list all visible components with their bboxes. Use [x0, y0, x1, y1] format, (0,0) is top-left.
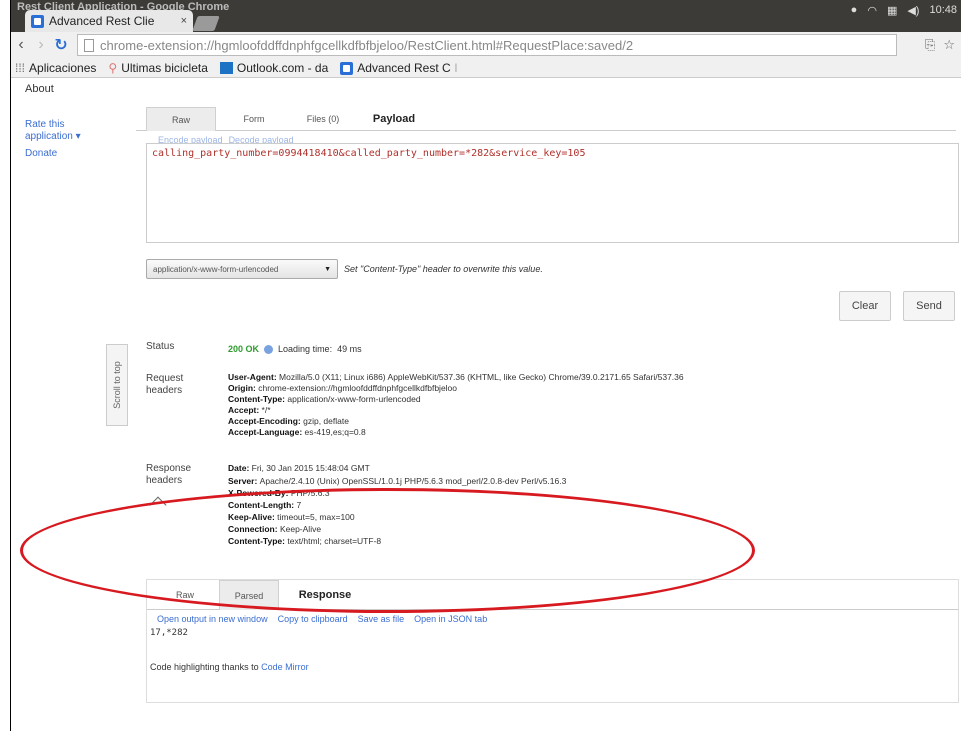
request-header-row: Content-Type: application/x-www-form-url… — [228, 394, 421, 404]
status-label: Status — [146, 341, 175, 352]
payload-editor[interactable]: calling_party_number=0994418410&called_p… — [146, 143, 959, 243]
tab-form[interactable]: Form — [224, 107, 284, 131]
dropdown-arrow-icon: ▼ — [324, 265, 331, 273]
rate-link-line2[interactable]: application ▾ — [25, 131, 81, 143]
response-header-row: Date: Fri, 30 Jan 2015 15:48:04 GMT — [228, 463, 370, 473]
loading-label: Loading time: — [278, 344, 333, 354]
volume-icon[interactable]: ◀) — [907, 4, 919, 17]
response-links: Open output in new window Copy to clipbo… — [157, 614, 487, 624]
tab-response-raw[interactable]: Raw — [155, 580, 215, 610]
response-panel: Raw Parsed Response Open output in new w… — [146, 579, 959, 703]
request-header-row: Accept: */* — [228, 405, 271, 415]
response-output: 17,*282 — [150, 628, 188, 638]
tab-response[interactable]: Response — [285, 580, 365, 610]
donate-link[interactable]: Donate — [25, 148, 57, 160]
wifi-icon[interactable]: ◠ — [867, 4, 877, 17]
send-button[interactable]: Send — [903, 291, 955, 321]
bookmarks-bar: ⁞⁞⁞ Aplicaciones ⚲ Ultimas bicicleta Out… — [11, 59, 961, 77]
response-header-row: X-Powered-By: PHP/5.6.3 — [228, 488, 330, 498]
bookmark-outlook[interactable]: Outlook.com - da — [219, 61, 328, 75]
response-header-row: Content-Type: text/html; charset=UTF-8 — [228, 536, 382, 546]
tab-title: Advanced Rest Clie — [49, 14, 155, 28]
status-code: 200 OK — [228, 344, 260, 354]
content-type-select[interactable]: application/x-www-form-urlencoded ▼ — [146, 259, 338, 279]
status-line: 200 OK Loading time: 49 ms — [228, 344, 362, 354]
open-json-tab-link[interactable]: Open in JSON tab — [414, 614, 487, 624]
toolbar-right-buttons: ⎘ ☆ — [925, 37, 955, 53]
request-headers-label-line2: headers — [146, 385, 183, 396]
bookmark-arc[interactable]: Advanced Rest Cl — [340, 61, 457, 75]
reload-icon[interactable]: ↻ — [51, 35, 71, 55]
bicycle-icon: ⚲ — [108, 61, 118, 75]
request-header-row: User-Agent: Mozilla/5.0 (X11; Linux i686… — [228, 372, 684, 382]
response-header-row: Content-Length: 7 — [228, 500, 302, 510]
response-header-row: Server: Apache/2.4.10 (Unix) OpenSSL/1.0… — [228, 476, 567, 486]
browser-tab[interactable]: Advanced Rest Clie × — [25, 10, 193, 32]
clock[interactable]: 10:48 — [929, 4, 957, 17]
back-arrow-icon[interactable]: ‹ — [11, 36, 31, 54]
bookmark-bicicletas[interactable]: ⚲ Ultimas bicicleta — [108, 61, 208, 75]
sidebar-about[interactable]: About — [25, 83, 54, 95]
response-tabs: Raw Parsed Response — [147, 580, 958, 610]
code-highlight-footer: Code highlighting thanks to Code Mirror — [150, 662, 309, 672]
nav-row: ‹ › ↻ chrome-extension://hgmloofddffdnph… — [11, 32, 961, 58]
bookmark-star-icon[interactable]: ☆ — [943, 37, 955, 53]
open-new-window-link[interactable]: Open output in new window — [157, 614, 268, 624]
app-page: About Rate this application ▾ Donate Scr… — [11, 79, 961, 731]
arc-bookmark-icon — [340, 61, 354, 75]
arc-favicon-icon — [31, 14, 44, 28]
browser-toolbar: ‹ › ↻ chrome-extension://hgmloofddffdnph… — [11, 32, 961, 78]
copy-clipboard-link[interactable]: Copy to clipboard — [278, 614, 348, 624]
close-tab-icon[interactable]: × — [181, 15, 187, 27]
url-text: chrome-extension://hgmloofddffdnphfgcell… — [100, 37, 634, 53]
request-header-row: Accept-Language: es-419,es;q=0.8 — [228, 427, 366, 437]
info-icon[interactable] — [264, 344, 274, 354]
response-header-row: Keep-Alive: timeout=5, max=100 — [228, 512, 355, 522]
browser-window: Rest Client Application - Google Chrome … — [10, 0, 961, 731]
translate-icon[interactable]: ⎘ — [925, 37, 935, 53]
address-bar[interactable]: chrome-extension://hgmloofddffdnphfgcell… — [77, 34, 897, 56]
tab-files[interactable]: Files (0) — [288, 107, 358, 131]
forward-arrow-icon[interactable]: › — [31, 36, 51, 54]
request-tabs: Raw Form Files (0) Payload — [136, 107, 956, 131]
response-header-row: Connection: Keep-Alive — [228, 524, 322, 534]
tab-payload[interactable]: Payload — [358, 107, 430, 131]
rate-link-line1[interactable]: Rate this — [25, 119, 64, 131]
bookmark-apps[interactable]: ⁞⁞⁞ Aplicaciones — [15, 61, 96, 75]
outlook-icon — [219, 62, 233, 74]
system-tray: ● ◠ ▦ ◀) 10:48 — [851, 4, 957, 17]
content-type-hint: Set "Content-Type" header to overwrite t… — [344, 264, 543, 274]
content-type-row: application/x-www-form-urlencoded ▼ Set … — [146, 259, 543, 279]
scroll-to-top-button[interactable]: Scroll to top — [106, 344, 128, 426]
response-headers-label-line2: headers — [146, 475, 183, 486]
title-bar: Rest Client Application - Google Chrome … — [11, 0, 961, 32]
request-header-row: Origin: chrome-extension://hgmloofddffdn… — [228, 383, 458, 393]
apps-grid-icon: ⁞⁞⁞ — [15, 61, 26, 75]
loading-value: 49 ms — [337, 344, 362, 354]
new-tab-button[interactable] — [192, 16, 220, 31]
clear-button[interactable]: Clear — [839, 291, 891, 321]
tab-response-parsed[interactable]: Parsed — [219, 580, 279, 610]
request-header-row: Accept-Encoding: gzip, deflate — [228, 416, 349, 426]
collapse-chevron-icon[interactable] — [149, 496, 167, 514]
page-icon — [84, 38, 94, 52]
response-headers-label-line1: Response — [146, 463, 192, 474]
tab-raw[interactable]: Raw — [146, 107, 216, 131]
request-headers-label-line1: Request — [146, 373, 184, 384]
save-file-link[interactable]: Save as file — [358, 614, 405, 624]
keyboard-icon[interactable]: ▦ — [887, 4, 897, 17]
chrome-icon[interactable]: ● — [851, 4, 858, 17]
code-mirror-link[interactable]: Code Mirror — [261, 662, 309, 672]
